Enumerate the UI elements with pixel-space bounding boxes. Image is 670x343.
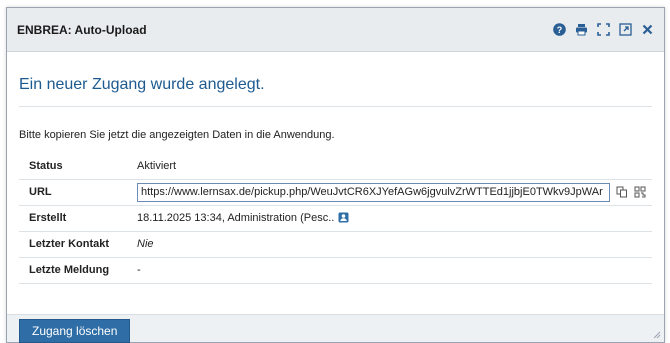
status-label: Status <box>19 153 137 180</box>
auto-upload-dialog: ENBREA: Auto-Upload ? Ein neuer Zugang w… <box>6 7 665 343</box>
info-table: Status Aktiviert URL https://www.lernsax… <box>19 153 652 284</box>
user-info-icon[interactable] <box>338 212 349 223</box>
intro-text: Bitte kopieren Sie jetzt die angezeigten… <box>19 129 335 141</box>
url-field[interactable] <box>137 182 610 202</box>
print-icon[interactable] <box>575 23 588 36</box>
fullscreen-icon[interactable] <box>597 23 610 36</box>
meldung-label: Letzte Meldung <box>19 257 137 284</box>
dialog-titlebar[interactable]: ENBREA: Auto-Upload ? <box>7 8 664 52</box>
qr-code-icon[interactable] <box>634 186 646 198</box>
external-window-icon[interactable] <box>619 23 632 36</box>
url-label: URL <box>19 179 137 206</box>
table-row: Letzter Kontakt Nie <box>19 231 652 258</box>
resize-handle-icon[interactable] <box>651 329 661 339</box>
close-icon[interactable] <box>641 23 654 36</box>
copy-icon[interactable] <box>616 186 628 198</box>
page-title: Ein neuer Zugang wurde angelegt. <box>19 76 265 93</box>
divider <box>19 106 652 107</box>
dialog-title: ENBREA: Auto-Upload <box>17 22 147 37</box>
svg-text:?: ? <box>557 25 563 35</box>
kontakt-value: Nie <box>137 231 652 258</box>
table-row: URL <box>19 179 652 206</box>
meldung-value: - <box>137 257 652 284</box>
kontakt-label: Letzter Kontakt <box>19 231 137 258</box>
table-row: Status Aktiviert <box>19 153 652 180</box>
table-row: Erstellt 18.11.2025 13:34, Administratio… <box>19 205 652 232</box>
help-icon[interactable]: ? <box>553 23 566 36</box>
dialog-footer: Zugang löschen <box>7 314 664 343</box>
table-row: Letzte Meldung - <box>19 257 652 284</box>
dialog-content: Ein neuer Zugang wurde angelegt. Bitte k… <box>7 75 664 284</box>
erstellt-label: Erstellt <box>19 205 137 232</box>
titlebar-tools: ? <box>553 23 654 36</box>
delete-access-button[interactable]: Zugang löschen <box>19 318 131 343</box>
erstellt-value: 18.11.2025 13:34, Administration (Pesc.. <box>137 212 335 224</box>
status-value: Aktiviert <box>137 153 652 180</box>
